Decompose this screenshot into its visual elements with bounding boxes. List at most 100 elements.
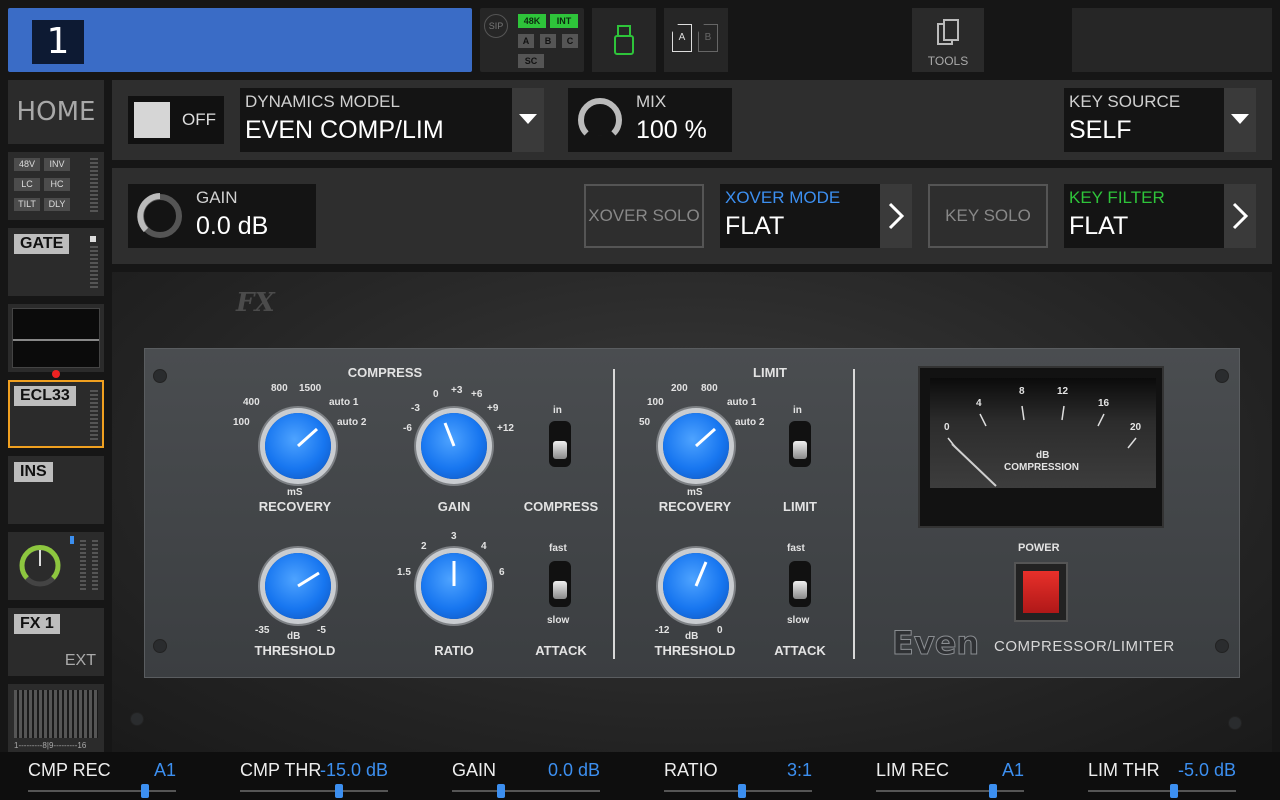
compress-title: COMPRESS: [347, 365, 423, 380]
meter-scale-label: 16: [1098, 398, 1110, 409]
bus-sends-block[interactable]: 1---------8|9---------16: [8, 684, 104, 752]
mix-value: 100 %: [636, 116, 707, 144]
clock-source-badge: INT: [550, 14, 578, 28]
dynamics-settings-row: GAIN 0.0 dB XOVER SOLO XOVER MODE FLAT K…: [112, 168, 1272, 264]
gain-knob[interactable]: [421, 413, 487, 479]
tools-icon: [937, 19, 959, 45]
channel-name-bar[interactable]: 1: [8, 8, 472, 72]
param-slider-track[interactable]: [876, 790, 1024, 792]
param-cmp-thr[interactable]: CMP THR -15.0 dB: [212, 752, 408, 800]
usb-button[interactable]: [592, 8, 656, 72]
param-slider-thumb[interactable]: [1169, 784, 1178, 798]
limit-in-switch[interactable]: [789, 421, 811, 467]
key-solo-button[interactable]: KEY SOLO: [928, 184, 1048, 248]
slow-label: slow: [547, 615, 570, 626]
chevron-down-icon[interactable]: [1224, 88, 1256, 152]
xover-solo-button[interactable]: XOVER SOLO: [584, 184, 704, 248]
home-button[interactable]: HOME: [8, 80, 104, 144]
gate-block[interactable]: GATE: [8, 228, 104, 296]
preamp-block[interactable]: 48V INV LC HC TILT DLY: [8, 152, 104, 220]
key-filter-label: KEY FILTER: [1069, 188, 1165, 207]
param-slider-track[interactable]: [452, 790, 600, 792]
gain-value: 0.0 dB: [196, 212, 269, 240]
eq-curve-thumbnail: [12, 308, 100, 368]
param-slider-thumb[interactable]: [335, 784, 344, 798]
scale-label: 1.5: [397, 567, 411, 578]
high-cut-tag: HC: [44, 178, 70, 191]
xover-mode-select[interactable]: XOVER MODE FLAT: [720, 184, 912, 248]
preamp-meter: [90, 158, 98, 214]
in-label: in: [793, 405, 802, 416]
scale-label: 3: [451, 531, 457, 542]
scale-label: -35: [255, 625, 270, 636]
ratio-knob[interactable]: [421, 553, 487, 619]
dynamics-onoff-button[interactable]: OFF: [128, 96, 224, 144]
dynamics-block[interactable]: ECL33: [8, 380, 104, 448]
channel-meter-right: [92, 540, 98, 592]
gain-control[interactable]: GAIN 0.0 dB: [128, 184, 316, 248]
param-slider-track[interactable]: [28, 790, 176, 792]
tilt-tag: TILT: [14, 198, 40, 211]
clock-b-badge: B: [540, 34, 556, 48]
scale-label: 200: [671, 383, 688, 394]
scale-label: +9: [487, 403, 499, 414]
key-source-select[interactable]: KEY SOURCE SELF: [1064, 88, 1256, 152]
scale-label: auto 1: [727, 397, 757, 408]
usb-icon: [614, 25, 634, 55]
param-name: RATIO: [664, 760, 718, 780]
scene-ab-button[interactable]: A B: [664, 8, 728, 72]
meter-scale-label: 8: [1019, 386, 1025, 397]
limit-recovery-knob[interactable]: [663, 413, 729, 479]
chevron-right-icon[interactable]: [1224, 184, 1256, 248]
param-slider-thumb[interactable]: [496, 784, 505, 798]
fx-logo: FX: [236, 288, 275, 318]
param-slider-thumb[interactable]: [140, 784, 149, 798]
scale-label: 800: [271, 383, 288, 394]
scale-label: 2: [421, 541, 427, 552]
scale-label: 800: [701, 383, 718, 394]
param-slider-track[interactable]: [240, 790, 388, 792]
scale-label: -5: [317, 625, 326, 636]
rack-screw: [130, 712, 144, 726]
threshold-unit: dB: [287, 631, 301, 642]
fx-send-block[interactable]: FX 1 EXT: [8, 608, 104, 676]
mix-control[interactable]: MIX 100 %: [568, 88, 732, 152]
compress-switch-label: COMPRESS: [523, 499, 599, 514]
key-filter-select[interactable]: KEY FILTER FLAT: [1064, 184, 1256, 248]
compress-in-switch[interactable]: [549, 421, 571, 467]
limit-attack-switch[interactable]: [789, 561, 811, 607]
param-ratio[interactable]: RATIO 3:1: [636, 752, 832, 800]
phantom-48v-tag: 48V: [14, 158, 40, 171]
compress-threshold-knob[interactable]: [265, 553, 331, 619]
plate-screw: [1215, 369, 1229, 383]
param-lim-rec[interactable]: LIM REC A1: [848, 752, 1044, 800]
scale-label: 400: [243, 397, 260, 408]
plate-screw: [1215, 639, 1229, 653]
param-lim-thr[interactable]: LIM THR -5.0 dB: [1060, 752, 1256, 800]
clock-source-panel[interactable]: SIP 48K INT A B C SC: [480, 8, 584, 72]
param-cmp-rec[interactable]: CMP REC A1: [0, 752, 196, 800]
insert-block[interactable]: INS: [8, 456, 104, 524]
param-name: CMP THR: [240, 760, 322, 780]
param-slider-thumb[interactable]: [988, 784, 997, 798]
fader-block[interactable]: [8, 532, 104, 600]
param-gain[interactable]: GAIN 0.0 dB: [424, 752, 620, 800]
plate-screw: [153, 639, 167, 653]
dynamics-header-row: OFF DYNAMICS MODEL EVEN COMP/LIM MIX 100…: [112, 80, 1272, 160]
limit-threshold-knob[interactable]: [663, 553, 729, 619]
chevron-right-icon[interactable]: [880, 184, 912, 248]
param-slider-track[interactable]: [1088, 790, 1236, 792]
power-button[interactable]: [1014, 562, 1068, 622]
gate-tag: GATE: [14, 234, 70, 254]
compress-recovery-knob[interactable]: [265, 413, 331, 479]
limit-recovery-label: RECOVERY: [658, 499, 732, 514]
compress-attack-switch[interactable]: [549, 561, 571, 607]
param-slider-thumb[interactable]: [738, 784, 747, 798]
tools-button[interactable]: TOOLS: [912, 8, 984, 72]
dynamics-model-select[interactable]: DYNAMICS MODEL EVEN COMP/LIM: [240, 88, 544, 152]
low-cut-tag: LC: [14, 178, 40, 191]
threshold-unit: dB: [685, 631, 699, 642]
eq-block[interactable]: [8, 304, 104, 378]
chevron-down-icon[interactable]: [512, 88, 544, 152]
rack-screw: [1228, 716, 1242, 730]
